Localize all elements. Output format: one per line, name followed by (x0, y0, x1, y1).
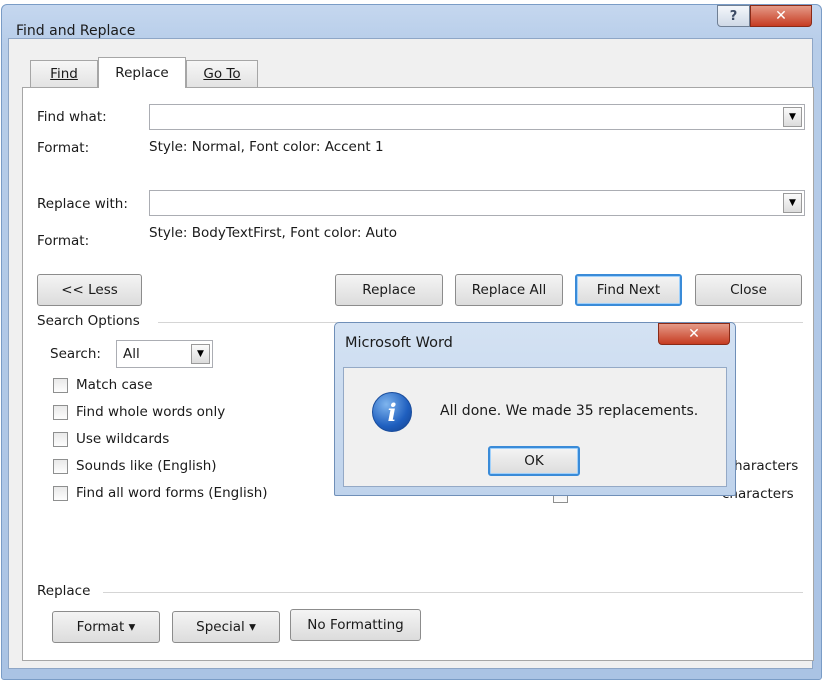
chevron-down-icon: ▼ (789, 112, 796, 122)
whole-words-label: Find whole words only (76, 404, 226, 420)
tab-goto[interactable]: Go To (186, 60, 258, 87)
window-close-button[interactable]: ✕ (750, 5, 812, 27)
close-button[interactable]: Close (695, 274, 802, 306)
replace-format-label: Format: (37, 233, 90, 249)
find-format-label: Format: (37, 140, 90, 156)
replace-group-header: Replace (37, 583, 91, 599)
replace-with-combobox[interactable]: ▼ (149, 190, 805, 216)
match-case-checkbox[interactable] (53, 378, 68, 393)
chevron-down-icon: ▼ (197, 349, 204, 359)
ignore-punctuation-label-partial: haracters (734, 458, 799, 474)
message-text: All done. We made 35 replacements. (440, 403, 699, 419)
whole-words-checkbox[interactable] (53, 405, 68, 420)
find-what-combobox[interactable]: ▼ (149, 104, 805, 130)
search-options-header: Search Options (37, 313, 140, 329)
search-direction-select[interactable]: All ▼ (116, 340, 213, 368)
find-format-value: Style: Normal, Font color: Accent 1 (149, 139, 384, 155)
wildcards-checkbox[interactable] (53, 432, 68, 447)
message-box: Microsoft Word ✕ i All done. We made 35 … (334, 322, 736, 496)
word-forms-label: Find all word forms (English) (76, 485, 268, 501)
search-direction-value: All (123, 346, 140, 362)
no-formatting-button[interactable]: No Formatting (290, 609, 421, 641)
format-menu-button[interactable]: Format ▾ (52, 611, 160, 643)
replace-with-label: Replace with: (37, 196, 128, 212)
replace-button[interactable]: Replace (335, 274, 443, 306)
find-next-button[interactable]: Find Next (575, 274, 682, 306)
find-dropdown-button[interactable]: ▼ (783, 107, 802, 127)
ok-button[interactable]: OK (488, 446, 580, 476)
help-button[interactable]: ? (717, 5, 750, 27)
find-what-label: Find what: (37, 109, 107, 125)
match-case-label: Match case (76, 377, 153, 393)
replace-all-button[interactable]: Replace All (455, 274, 563, 306)
message-box-body: i All done. We made 35 replacements. OK (343, 367, 727, 487)
replace-group-divider (103, 592, 803, 593)
close-icon: ✕ (688, 326, 700, 342)
word-forms-checkbox[interactable] (53, 486, 68, 501)
replace-dropdown-button[interactable]: ▼ (783, 193, 802, 213)
special-menu-button[interactable]: Special ▾ (172, 611, 280, 643)
sounds-like-checkbox[interactable] (53, 459, 68, 474)
sounds-like-label: Sounds like (English) (76, 458, 217, 474)
close-icon: ✕ (775, 8, 787, 24)
message-box-close-button[interactable]: ✕ (658, 323, 730, 345)
less-button[interactable]: << Less (37, 274, 142, 306)
window-title: Find and Replace (16, 23, 136, 39)
message-box-title: Microsoft Word (345, 335, 453, 351)
replace-format-value: Style: BodyTextFirst, Font color: Auto (149, 225, 397, 241)
wildcards-label: Use wildcards (76, 431, 170, 447)
help-icon: ? (729, 8, 738, 24)
search-direction-label: Search: (50, 346, 101, 362)
tab-find[interactable]: Find (30, 60, 98, 87)
chevron-down-icon: ▼ (789, 198, 796, 208)
info-icon: i (372, 392, 412, 432)
search-direction-dropdown[interactable]: ▼ (191, 344, 210, 364)
tab-replace[interactable]: Replace (98, 57, 186, 88)
